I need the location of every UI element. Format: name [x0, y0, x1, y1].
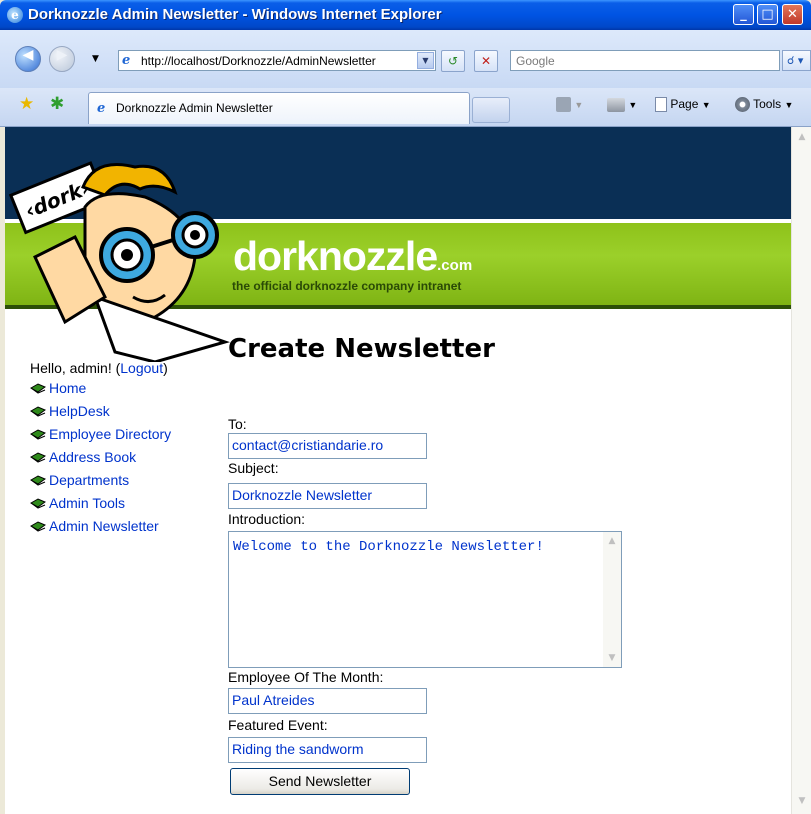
- sidebar-item-departments[interactable]: Departments: [30, 472, 171, 495]
- brand-name: dorknozzle: [233, 233, 438, 279]
- refresh-button[interactable]: ↺: [441, 50, 465, 72]
- send-newsletter-button[interactable]: Send Newsletter: [230, 768, 410, 795]
- textarea-scrollbar[interactable]: ▲ ▼: [603, 532, 621, 667]
- search-input[interactable]: Google: [510, 50, 780, 71]
- greeting-end: ): [163, 360, 168, 376]
- sidebar-item-label: Admin Newsletter: [49, 518, 159, 534]
- scroll-up-icon[interactable]: ▲: [604, 533, 620, 549]
- to-label: To:: [228, 416, 247, 432]
- scroll-up-icon[interactable]: ▲: [794, 129, 810, 145]
- print-icon[interactable]: ▼: [607, 97, 637, 112]
- logout-link[interactable]: Logout: [120, 360, 163, 376]
- greeting: Hello, admin! (Logout): [30, 360, 168, 376]
- close-button[interactable]: ✕: [782, 4, 803, 25]
- brand-suffix: .com: [437, 257, 473, 274]
- gear-icon: [735, 97, 750, 113]
- to-input[interactable]: contact@cristiandarie.ro: [228, 433, 427, 459]
- sidebar-item-label: Home: [49, 380, 87, 396]
- sidebar-item-admin-tools[interactable]: Admin Tools: [30, 495, 171, 518]
- brand-logo: dorknozzle.com: [233, 233, 472, 280]
- tools-menu[interactable]: Tools ▼: [735, 97, 793, 113]
- forward-button[interactable]: ▶: [49, 46, 75, 72]
- subject-label: Subject:: [228, 460, 279, 476]
- featured-event-input[interactable]: Riding the sandworm: [228, 737, 427, 763]
- dork-mascot-image: ‹dork›: [8, 161, 230, 362]
- featured-event-label: Featured Event:: [228, 717, 328, 733]
- window-title: Dorknozzle Admin Newsletter - Windows In…: [28, 6, 442, 23]
- tab-label: Dorknozzle Admin Newsletter: [116, 101, 273, 115]
- sidebar-item-label: Departments: [49, 472, 130, 488]
- sidebar-item-label: HelpDesk: [49, 403, 110, 419]
- ie-logo-icon: e: [7, 7, 23, 23]
- tab-current[interactable]: e Dorknozzle Admin Newsletter: [88, 92, 470, 124]
- page-icon: [655, 97, 667, 113]
- book-icon: [30, 475, 46, 486]
- introduction-value: Welcome to the Dorknozzle Newsletter!: [233, 539, 544, 555]
- book-icon: [30, 429, 46, 440]
- address-input[interactable]: http://localhost/Dorknozzle/AdminNewslet…: [141, 54, 411, 68]
- subject-input[interactable]: Dorknozzle Newsletter: [228, 483, 427, 509]
- introduction-textarea[interactable]: Welcome to the Dorknozzle Newsletter! ▲ …: [228, 531, 622, 668]
- book-icon: [30, 383, 46, 394]
- scroll-down-icon[interactable]: ▼: [604, 650, 620, 666]
- page-title: Create Newsletter: [228, 334, 495, 364]
- add-favorites-icon[interactable]: ✱: [50, 94, 64, 114]
- page-menu[interactable]: Page ▼: [655, 97, 711, 113]
- tagline: the official dorknozzle company intranet: [232, 279, 462, 293]
- stop-button[interactable]: ✕: [474, 50, 498, 72]
- minimize-button[interactable]: _: [733, 4, 754, 25]
- book-icon: [30, 406, 46, 417]
- book-icon: [30, 498, 46, 509]
- feeds-icon[interactable]: ▼: [556, 97, 583, 113]
- sidebar-item-address-book[interactable]: Address Book: [30, 449, 171, 472]
- book-icon: [30, 452, 46, 463]
- maximize-button[interactable]: □: [757, 4, 778, 25]
- sidebar-item-home[interactable]: Home: [30, 380, 171, 403]
- book-icon: [30, 521, 46, 532]
- sidebar-item-label: Employee Directory: [49, 426, 172, 442]
- new-tab-button[interactable]: [472, 97, 510, 123]
- sidebar-item-helpdesk[interactable]: HelpDesk: [30, 403, 171, 426]
- greeting-text: Hello, admin! (: [30, 360, 121, 376]
- search-icon[interactable]: ☌ ▾: [782, 50, 811, 71]
- page-icon: e: [122, 53, 131, 68]
- history-dropdown-icon[interactable]: ▼: [92, 54, 99, 64]
- sidebar-item-employee-directory[interactable]: Employee Directory: [30, 426, 171, 449]
- page-content: dorknozzle.com the official dorknozzle c…: [5, 127, 791, 814]
- employee-of-month-label: Employee Of The Month:: [228, 669, 384, 685]
- sidebar-item-admin-newsletter[interactable]: Admin Newsletter: [30, 518, 171, 541]
- back-button[interactable]: ◀: [15, 46, 41, 72]
- tab-page-icon: e: [97, 101, 106, 116]
- title-bar: e Dorknozzle Admin Newsletter - Windows …: [0, 0, 811, 30]
- favorites-star-icon[interactable]: ★: [19, 94, 34, 114]
- introduction-label: Introduction:: [228, 511, 306, 527]
- scroll-down-icon[interactable]: ▼: [794, 793, 810, 809]
- sidebar-menu: Home HelpDesk Employee Directory Address…: [30, 380, 171, 541]
- address-bar[interactable]: e http://localhost/Dorknozzle/AdminNewsl…: [118, 50, 436, 71]
- sidebar-item-label: Address Book: [49, 449, 137, 465]
- address-dropdown-icon[interactable]: ▼: [417, 52, 434, 69]
- employee-of-month-input[interactable]: Paul Atreides: [228, 688, 427, 714]
- sidebar-item-label: Admin Tools: [49, 495, 126, 511]
- page-scrollbar[interactable]: ▲ ▼: [791, 127, 811, 814]
